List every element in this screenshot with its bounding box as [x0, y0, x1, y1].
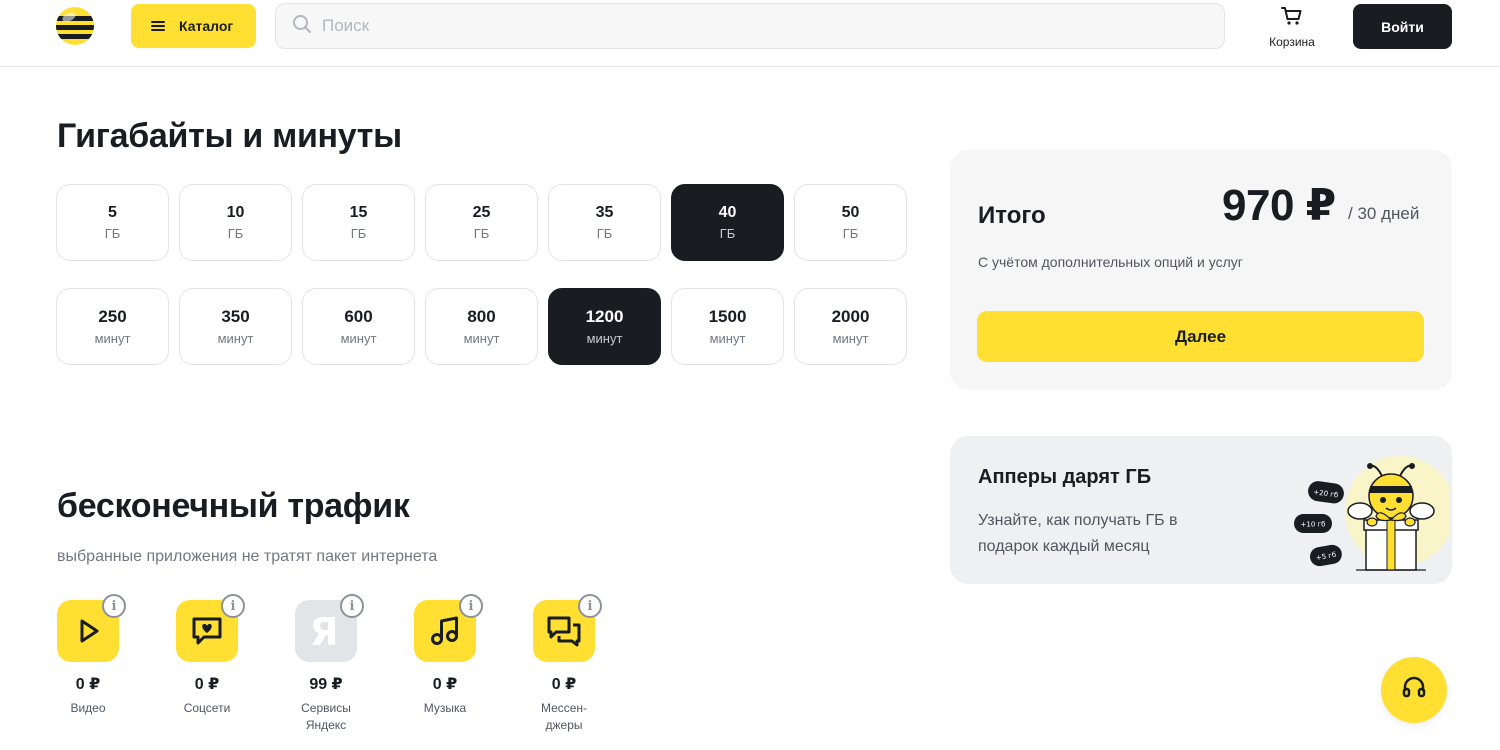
cart-label: Корзина: [1269, 35, 1315, 49]
minute-option-selected[interactable]: 1200 минут: [548, 288, 661, 365]
menu-icon: [151, 21, 165, 31]
gb-option[interactable]: 35 ГБ: [548, 184, 661, 261]
app-video: i 0 ₽ Видео: [56, 594, 126, 734]
promo-title: Апперы дарят ГБ: [978, 466, 1152, 488]
gb-option[interactable]: 15 ГБ: [302, 184, 415, 261]
badge-label: +10 гб: [1301, 521, 1326, 529]
option-value: 15: [349, 204, 368, 221]
option-unit: ГБ: [227, 226, 244, 241]
unlimited-subtitle: выбранные приложения не тратят пакет инт…: [57, 548, 438, 565]
option-unit: ГБ: [596, 226, 613, 241]
minute-option[interactable]: 250 минут: [56, 288, 169, 365]
option-unit: минут: [463, 331, 500, 346]
option-value: 800: [467, 307, 496, 326]
minute-options: 250 минут 350 минут 600 минут 800 минут 1200…: [56, 288, 907, 365]
next-button[interactable]: Далее: [977, 311, 1424, 362]
app-name: Мессен-джеры: [540, 701, 588, 732]
gb-option[interactable]: 5 ГБ: [56, 184, 169, 261]
minute-option[interactable]: 350 минут: [179, 288, 292, 365]
headset-icon: [1400, 674, 1428, 707]
support-button[interactable]: [1381, 657, 1447, 723]
top-header: Каталог Корзина Войти: [0, 0, 1500, 67]
option-value: 2000: [831, 307, 870, 326]
app-name: Музыка: [423, 701, 467, 715]
promo-card[interactable]: Апперы дарят ГБ Узнайте, как получать ГБ…: [950, 436, 1452, 584]
option-unit: минут: [217, 331, 254, 346]
option-unit: ГБ: [473, 226, 490, 241]
option-unit: минут: [586, 331, 623, 346]
app-messengers: i 0 ₽ Мессен-джеры: [532, 594, 602, 734]
tariff-title: Гигабайты и минуты: [57, 117, 402, 155]
gb-option[interactable]: 10 ГБ: [179, 184, 292, 261]
app-social: i 0 ₽ Соцсети: [175, 594, 245, 734]
app-name: Соцсети: [183, 701, 231, 715]
option-value: 600: [344, 307, 373, 326]
info-icon[interactable]: i: [578, 594, 602, 618]
catalog-button[interactable]: Каталог: [131, 4, 256, 48]
minute-option[interactable]: 2000 минут: [794, 288, 907, 365]
app-price: 0 ₽: [432, 676, 458, 693]
option-unit: минут: [832, 331, 869, 346]
option-value: 5: [108, 204, 117, 221]
option-value: 350: [221, 307, 250, 326]
info-icon[interactable]: i: [459, 594, 483, 618]
option-value: 250: [98, 307, 127, 326]
option-value: 25: [472, 204, 491, 221]
total-card: Итого 970 ₽ / 30 дней С учётом дополните…: [950, 150, 1452, 390]
search-input[interactable]: [322, 16, 1122, 36]
search-icon: [292, 14, 312, 39]
app-music: i 0 ₽ Музыка: [413, 594, 483, 734]
option-unit: ГБ: [719, 226, 736, 241]
cart-icon: [1281, 6, 1303, 31]
promo-text: Узнайте, как получать ГБ в подарок кажды…: [978, 512, 1178, 555]
option-unit: минут: [709, 331, 746, 346]
gb-option[interactable]: 50 ГБ: [794, 184, 907, 261]
app-name: Видео: [70, 701, 106, 715]
info-icon[interactable]: i: [221, 594, 245, 618]
option-unit: ГБ: [350, 226, 367, 241]
info-icon[interactable]: i: [102, 594, 126, 618]
option-value: 50: [841, 204, 860, 221]
bee-gift-illustration: +20 гб +10 гб +5 гб: [1290, 446, 1452, 581]
minute-option[interactable]: 1500 минут: [671, 288, 784, 365]
app-name: Сервисы Яндекс: [301, 701, 351, 732]
gb-option-selected[interactable]: 40 ГБ: [671, 184, 784, 261]
app-yandex: i 99 ₽ Сервисы Яндекс: [294, 594, 364, 734]
unlimited-title: бесконечный трафик: [57, 487, 410, 525]
total-title: Итого: [978, 202, 1046, 229]
beeline-logo-icon[interactable]: [56, 7, 94, 45]
search-bar[interactable]: [275, 3, 1225, 49]
app-price: 99 ₽: [309, 676, 343, 693]
app-price: 0 ₽: [194, 676, 220, 693]
option-value: 1500: [708, 307, 747, 326]
option-value: 35: [595, 204, 614, 221]
minute-option[interactable]: 600 минут: [302, 288, 415, 365]
app-price: 0 ₽: [551, 676, 577, 693]
catalog-label: Каталог: [179, 18, 234, 34]
total-note: С учётом дополнительных опций и услуг: [978, 254, 1243, 270]
option-value: 1200: [585, 307, 624, 326]
option-value: 10: [226, 204, 245, 221]
option-unit: минут: [340, 331, 377, 346]
total-period: / 30 дней: [1348, 204, 1420, 223]
option-unit: ГБ: [104, 226, 121, 241]
app-price: 0 ₽: [75, 676, 101, 693]
total-price: 970 ₽: [1222, 181, 1336, 230]
info-icon[interactable]: i: [340, 594, 364, 618]
gb-options: 5 ГБ 10 ГБ 15 ГБ 25 ГБ 35 ГБ 40 ГБ 50 ГБ: [56, 184, 907, 261]
gb-option[interactable]: 25 ГБ: [425, 184, 538, 261]
option-value: 40: [718, 204, 737, 221]
minute-option[interactable]: 800 минут: [425, 288, 538, 365]
option-unit: минут: [94, 331, 131, 346]
login-button[interactable]: Войти: [1353, 4, 1452, 49]
unlimited-apps: i 0 ₽ Видео i 0 ₽ Соцсети i 99 ₽ Сервисы…: [56, 594, 602, 734]
option-unit: ГБ: [842, 226, 859, 241]
cart-button[interactable]: Корзина: [1262, 6, 1322, 49]
